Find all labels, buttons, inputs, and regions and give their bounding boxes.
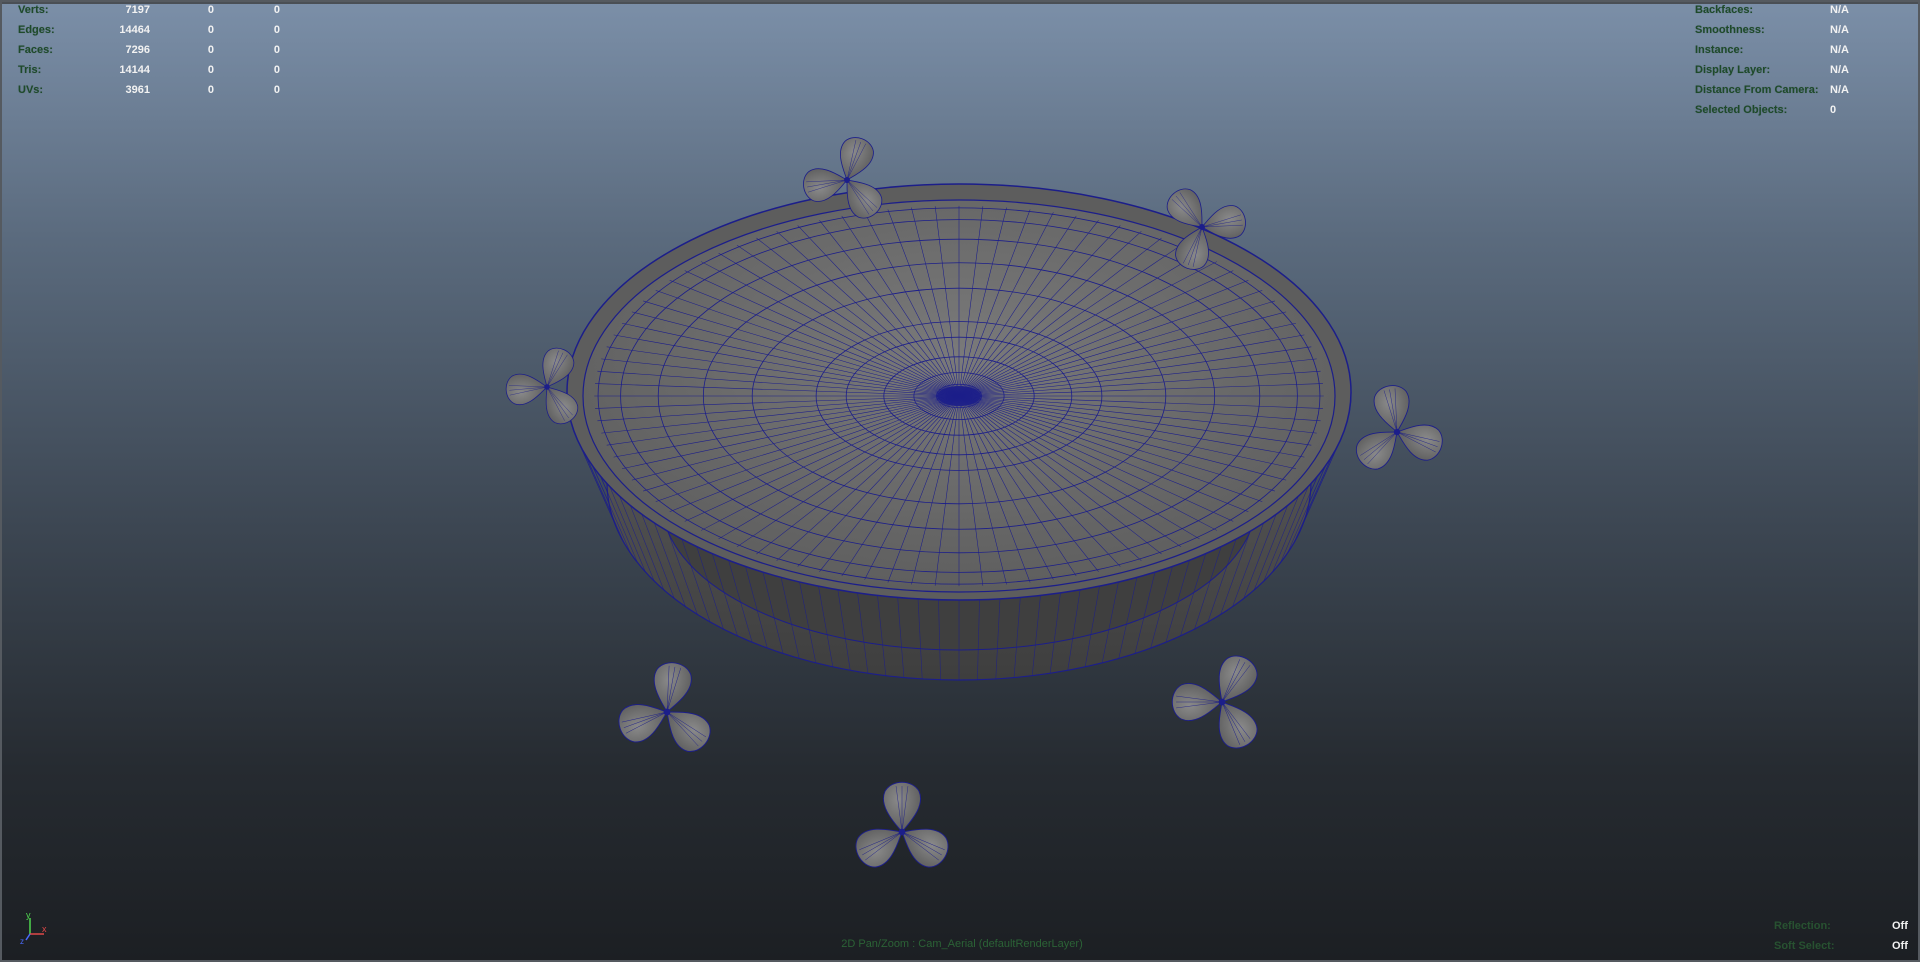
object-details-hud: Backfaces: N/A Smoothness: N/A Instance: N/A D… [1695,2,1915,120]
mesh-object[interactable] [2,2,1920,962]
poly-count-row: UVs: 3961 0 0 [18,80,280,100]
lug-right [1355,385,1443,470]
object-detail-label: Distance From Camera: [1695,84,1819,96]
poly-count-value: 0 [207,44,214,56]
poly-count-value: 7197 [125,4,150,16]
poly-count-value: 0 [273,4,280,16]
axis-label-y: y [26,910,31,920]
object-detail-row: Smoothness: N/A [1695,20,1915,40]
poly-count-value: 14464 [119,24,150,36]
lug-hub [898,828,906,836]
poly-count-hud: Verts: 7197 0 0 Edges: 14464 0 0 Faces: 7296 0 0 Tri… [18,2,280,100]
3d-viewport[interactable]: Verts: 7197 0 0 Edges: 14464 0 0 Faces: 7296 0 0 Tri… [0,0,1920,962]
poly-count-label: Verts: [18,4,49,16]
object-detail-row: Selected Objects: 0 [1695,100,1915,120]
object-detail-label: Instance: [1695,44,1744,56]
poly-count-value: 0 [207,4,214,16]
poly-count-row: Tris: 14144 0 0 [18,60,280,80]
object-detail-value: 0 [1830,104,1837,116]
object-detail-value: N/A [1830,24,1849,36]
viewport-status-label: Reflection: [1774,920,1831,932]
poly-count-row: Edges: 14464 0 0 [18,20,280,40]
object-detail-label: Smoothness: [1695,24,1765,36]
poly-count-row: Verts: 7197 0 0 [18,2,280,20]
poly-count-row: Faces: 7296 0 0 [18,40,280,60]
object-detail-row: Distance From Camera: N/A [1695,80,1915,100]
poly-count-value: 0 [273,64,280,76]
object-detail-label: Backfaces: [1695,4,1754,16]
object-detail-value: N/A [1830,64,1849,76]
object-detail-row: Instance: N/A [1695,40,1915,60]
viewport-status-hud: Reflection: Off Soft Select: Off [1774,916,1914,956]
poly-count-value: 0 [207,24,214,36]
lug-bottom-right [1171,655,1258,749]
object-detail-row: Backfaces: N/A [1695,2,1915,20]
poly-count-value: 0 [207,84,214,96]
poly-count-value: 3961 [125,84,150,96]
poly-count-value: 0 [273,24,280,36]
object-detail-value: N/A [1830,44,1849,56]
poly-count-value: 14144 [119,64,150,76]
object-detail-row: Display Layer: N/A [1695,60,1915,80]
object-detail-label: Selected Objects: [1695,104,1788,116]
poly-count-label: UVs: [18,84,44,96]
axis-label-x: x [42,924,47,934]
object-detail-label: Display Layer: [1695,64,1771,76]
poly-count-label: Tris: [18,64,42,76]
poly-count-value: 7296 [125,44,150,56]
object-detail-value: N/A [1830,4,1849,16]
poly-count-label: Faces: [18,44,53,56]
lug-bottom [855,781,949,868]
object-detail-value: N/A [1830,84,1849,96]
poly-count-value: 0 [207,64,214,76]
mesh-center-pole [937,386,981,406]
axis-gizmo-icon: y x z [20,910,47,946]
viewport-status-row: Reflection: Off [1774,916,1914,936]
poly-count-value: 0 [273,84,280,96]
axis-label-z: z [20,937,24,946]
viewport-status-value: Off [1892,920,1908,932]
poly-count-value: 0 [273,44,280,56]
camera-name-label: 2D Pan/Zoom : Cam_Aerial (defaultRenderL… [841,938,1083,950]
lug-bottom-left [618,662,711,752]
poly-count-label: Edges: [18,24,55,36]
